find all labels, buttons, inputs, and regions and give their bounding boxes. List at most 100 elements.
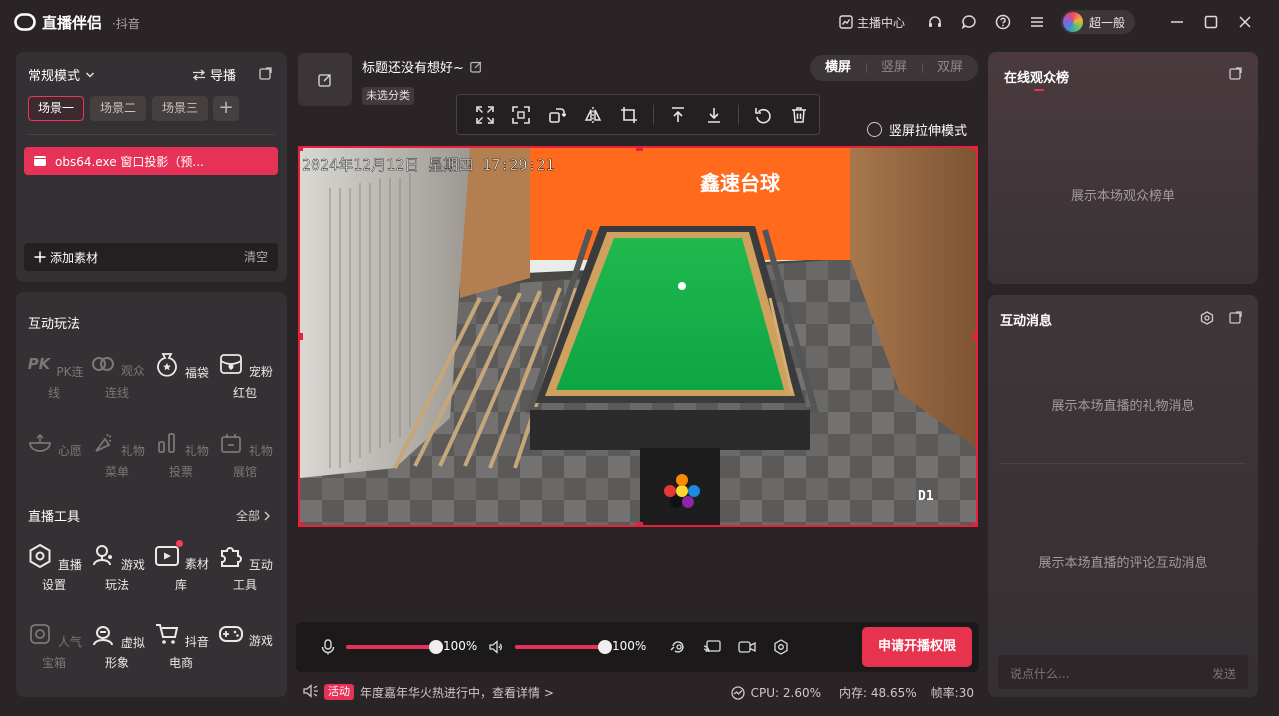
announcement-icon bbox=[303, 683, 319, 699]
resize-handle[interactable] bbox=[636, 148, 643, 151]
close-icon[interactable] bbox=[1235, 12, 1255, 32]
video-preview[interactable]: 鑫速台球 2024年12月12日 星期四 17:29:21 D1 bbox=[298, 146, 978, 527]
chat-input[interactable]: 说点什么... 发送 bbox=[998, 655, 1248, 689]
headset-icon[interactable] bbox=[925, 12, 945, 32]
move-top-icon[interactable] bbox=[660, 95, 696, 134]
popout-icon[interactable] bbox=[1229, 311, 1242, 324]
audience-link-icon bbox=[89, 350, 117, 378]
minimize-icon[interactable] bbox=[1167, 12, 1187, 32]
orientation-dual[interactable]: 双屏 bbox=[922, 55, 978, 81]
radio-button bbox=[867, 122, 882, 137]
popout-icon[interactable] bbox=[1229, 67, 1242, 80]
user-profile-chip[interactable]: 超一般 bbox=[1060, 10, 1135, 34]
app-logo-icon bbox=[14, 13, 36, 31]
category-badge[interactable]: 未选分类 bbox=[362, 87, 414, 105]
effects-icon[interactable] bbox=[668, 637, 688, 657]
resize-handle[interactable] bbox=[300, 148, 303, 151]
rotate-icon[interactable] bbox=[539, 95, 575, 134]
audience-ranking-title[interactable]: 在线观众榜 bbox=[1004, 67, 1069, 86]
resize-handle[interactable] bbox=[973, 148, 976, 151]
audience-empty-text: 展示本场观众榜单 bbox=[1070, 189, 1175, 204]
speaker-volume-slider[interactable] bbox=[515, 640, 612, 654]
red-packet-button[interactable]: 宠粉红包 bbox=[215, 350, 275, 401]
apply-live-permission-button[interactable]: 申请开播权限 bbox=[862, 627, 972, 667]
virtual-avatar-button[interactable]: 虚拟形象 bbox=[87, 620, 147, 671]
mode-dropdown[interactable]: 常规模式 bbox=[28, 65, 95, 84]
add-source-button[interactable]: 添加素材 bbox=[34, 243, 98, 271]
all-tools-link[interactable]: 全部 bbox=[236, 507, 271, 524]
mic-volume-fill bbox=[346, 645, 436, 649]
cpu-usage: CPU: 2.60% bbox=[750, 685, 822, 700]
speaker-volume-knob[interactable] bbox=[598, 640, 612, 654]
clear-button[interactable]: 清空 bbox=[244, 243, 268, 271]
camera-icon[interactable] bbox=[737, 637, 757, 657]
puzzle-icon bbox=[217, 542, 245, 570]
orientation-landscape[interactable]: 横屏 bbox=[810, 55, 866, 81]
gift-vote-button[interactable]: 礼物投票 bbox=[151, 429, 211, 480]
separator bbox=[653, 104, 654, 125]
popout-icon[interactable] bbox=[257, 65, 273, 81]
stretch-mode-toggle[interactable]: 竖屏拉伸模式 bbox=[867, 120, 967, 139]
orientation-portrait[interactable]: 竖屏 bbox=[866, 55, 922, 81]
crop-icon[interactable] bbox=[611, 95, 647, 134]
live-settings-button[interactable]: 直播设置 bbox=[24, 542, 84, 593]
message-icon[interactable] bbox=[959, 12, 979, 32]
wish-label: 心愿 bbox=[57, 444, 82, 458]
help-icon[interactable] bbox=[993, 12, 1013, 32]
cover-edit-button[interactable] bbox=[298, 53, 352, 106]
scene-tab-1[interactable]: 场景一 bbox=[28, 96, 85, 121]
flip-icon[interactable] bbox=[575, 95, 611, 134]
ecommerce-button[interactable]: 抖音电商 bbox=[151, 620, 211, 671]
undo-icon[interactable] bbox=[745, 95, 781, 134]
menu-icon[interactable] bbox=[1027, 12, 1047, 32]
interactive-tools-button[interactable]: 互动工具 bbox=[215, 542, 275, 593]
gift-hall-button[interactable]: 礼物展馆 bbox=[215, 429, 275, 480]
tools-title: 直播工具 bbox=[28, 510, 81, 525]
send-button[interactable]: 发送 bbox=[1212, 665, 1236, 682]
pk-button[interactable]: PK PK连线 bbox=[24, 350, 84, 401]
activity-link[interactable]: 年度嘉年华火热进行中，查看详情 > bbox=[360, 684, 554, 701]
resize-handle[interactable] bbox=[300, 333, 303, 340]
director-button[interactable]: 导播 bbox=[192, 65, 236, 84]
microphone-icon[interactable] bbox=[318, 637, 338, 657]
game-button[interactable]: 游戏 bbox=[215, 620, 275, 654]
resize-handle[interactable] bbox=[973, 522, 976, 525]
frame-rate: 帧率:30 bbox=[930, 686, 974, 700]
stream-title[interactable]: 标题还没有想好~ bbox=[362, 57, 482, 76]
treasure-box-button[interactable]: 人气宝箱 bbox=[24, 620, 84, 671]
audience-link-button[interactable]: 观众连线 bbox=[87, 350, 147, 401]
lucky-bag-button[interactable]: 福袋 bbox=[151, 350, 211, 384]
mic-volume-value: 100% bbox=[443, 639, 478, 653]
maximize-icon[interactable] bbox=[1201, 12, 1221, 32]
settings-icon[interactable] bbox=[771, 637, 791, 657]
all-tools-label: 全部 bbox=[235, 509, 260, 523]
settings-icon[interactable] bbox=[1200, 311, 1214, 325]
source-label: obs64.exe 窗口投影（预... bbox=[55, 154, 204, 169]
window-capture-icon bbox=[33, 155, 47, 167]
resize-handle[interactable] bbox=[636, 522, 643, 525]
edit-icon bbox=[470, 61, 482, 73]
speaker-icon[interactable] bbox=[487, 637, 507, 657]
screen-cast-icon[interactable] bbox=[702, 637, 722, 657]
studio-center-button[interactable]: 主播中心 bbox=[839, 10, 905, 34]
control-bar: 100% 100% 申请开播权限 bbox=[296, 622, 979, 672]
game-play-button[interactable]: 游戏玩法 bbox=[87, 542, 147, 593]
fullscreen-icon[interactable] bbox=[503, 95, 539, 134]
fit-screen-icon[interactable] bbox=[467, 95, 503, 134]
add-scene-button[interactable]: + bbox=[213, 96, 239, 121]
gift-hall-icon bbox=[217, 429, 245, 457]
resize-handle[interactable] bbox=[973, 333, 976, 340]
move-bottom-icon[interactable] bbox=[696, 95, 732, 134]
game-play-icon bbox=[89, 542, 117, 570]
resize-handle[interactable] bbox=[300, 522, 303, 525]
scene-tab-2[interactable]: 场景二 bbox=[90, 96, 147, 121]
mic-volume-knob[interactable] bbox=[429, 640, 443, 654]
gift-menu-button[interactable]: 礼物菜单 bbox=[87, 429, 147, 480]
delete-icon[interactable] bbox=[781, 95, 817, 134]
chat-placeholder: 说点什么... bbox=[1010, 667, 1070, 681]
mic-volume-slider[interactable] bbox=[346, 640, 443, 654]
wish-button[interactable]: 心愿 bbox=[24, 429, 84, 463]
scene-tab-3[interactable]: 场景三 bbox=[152, 96, 209, 121]
material-library-button[interactable]: 素材库 bbox=[151, 540, 211, 593]
source-item[interactable]: obs64.exe 窗口投影（预... bbox=[24, 147, 278, 175]
